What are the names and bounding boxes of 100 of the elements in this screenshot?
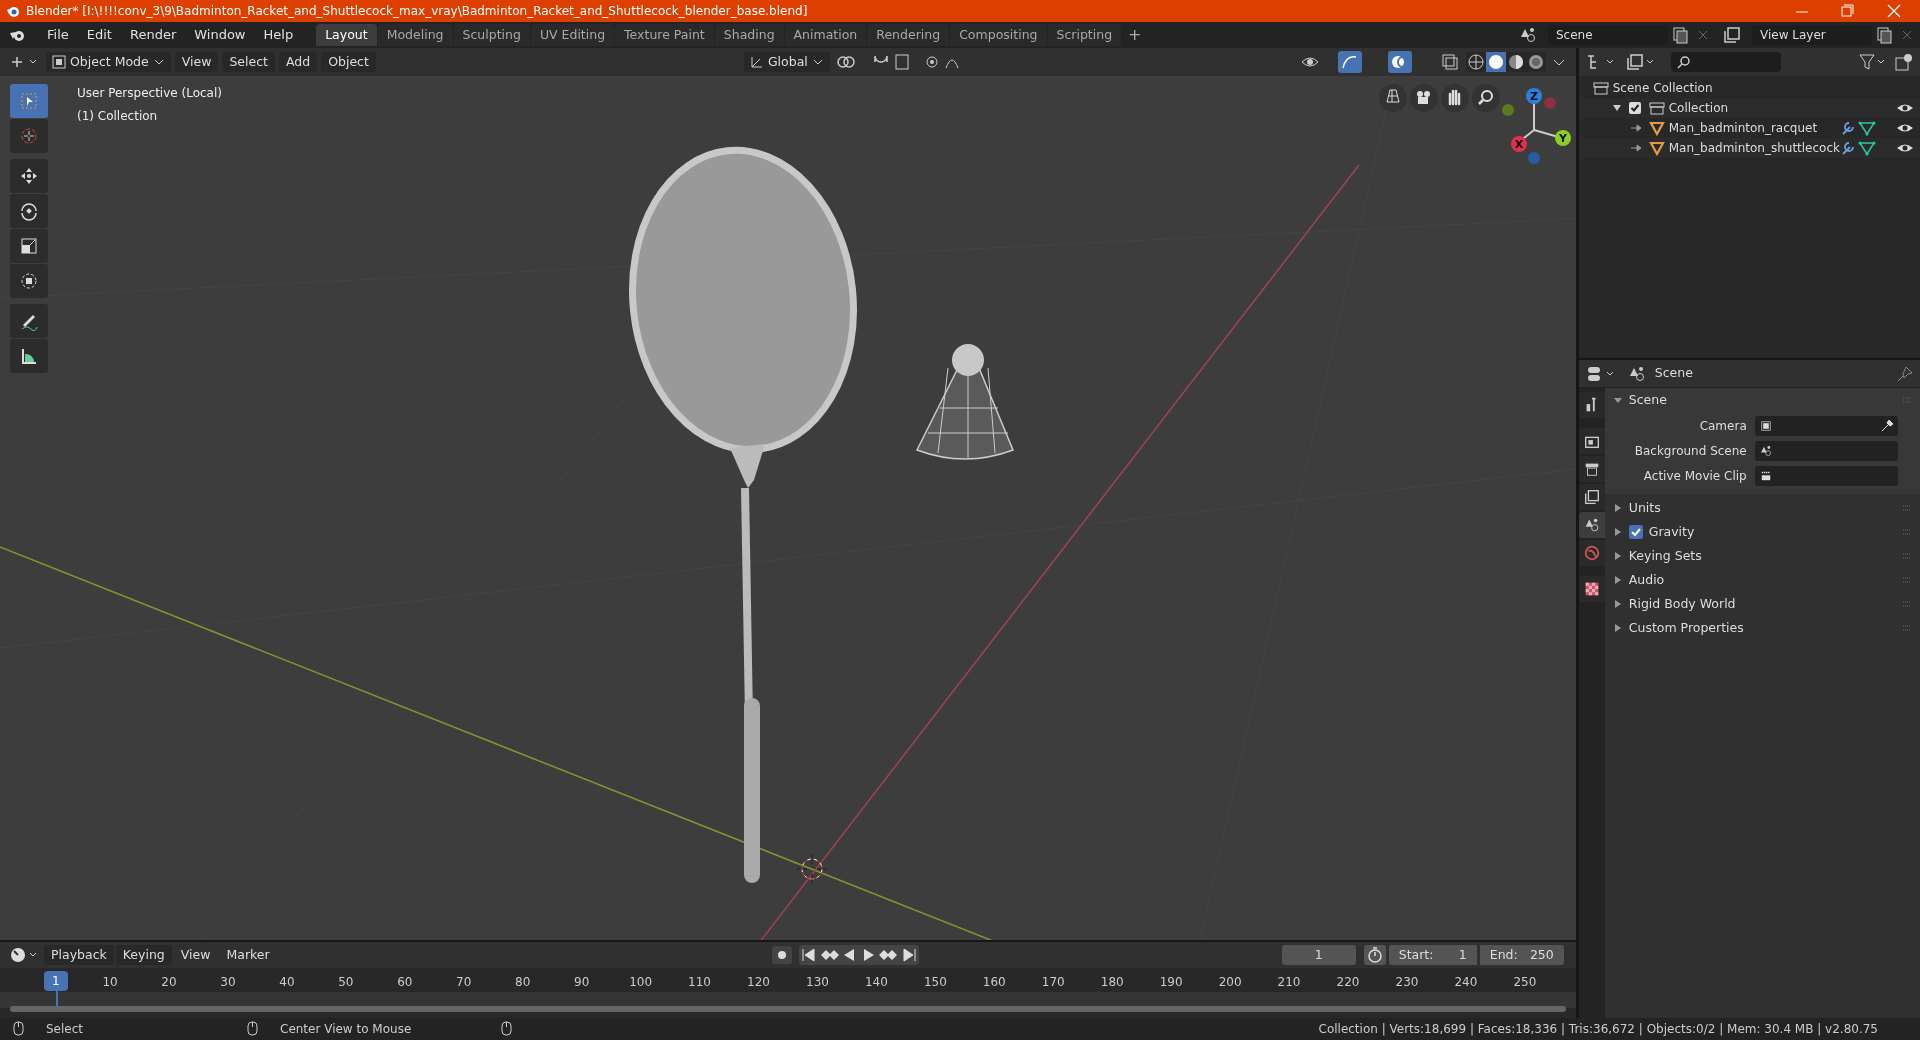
workspace-tab[interactable]: Compositing bbox=[950, 24, 1047, 46]
workspace-tab[interactable]: Texture Paint bbox=[615, 24, 714, 46]
drag-handle-icon[interactable] bbox=[1902, 504, 1912, 512]
outliner-item[interactable]: Scene Collection bbox=[1612, 79, 1713, 97]
properties-tab[interactable] bbox=[1578, 576, 1605, 602]
menu-item[interactable]: Marker bbox=[219, 945, 277, 965]
collection-icon[interactable] bbox=[1591, 80, 1610, 96]
menu-item[interactable]: Help bbox=[254, 25, 303, 45]
collection-icon[interactable] bbox=[1647, 100, 1666, 116]
properties-tab[interactable] bbox=[1578, 484, 1605, 510]
workspace-tab[interactable]: Sculpting bbox=[453, 24, 530, 46]
add-workspace-button[interactable]: + bbox=[1122, 23, 1148, 47]
tool-button[interactable] bbox=[10, 159, 48, 193]
panel-header[interactable]: Keying Sets bbox=[1628, 546, 1896, 566]
workspace-tab[interactable]: Shading bbox=[714, 24, 784, 46]
gizmo-axis-handle[interactable]: X bbox=[1511, 136, 1527, 152]
shading-mode-group[interactable] bbox=[1465, 52, 1546, 72]
current-frame-field[interactable]: 1 bbox=[1281, 945, 1356, 965]
drag-handle-icon[interactable] bbox=[1902, 576, 1912, 584]
mesh-data-icon[interactable] bbox=[1858, 120, 1876, 136]
input-field[interactable] bbox=[1754, 441, 1898, 461]
viewport-info-text: User Perspective (Local) bbox=[77, 85, 222, 102]
menu-item[interactable]: Keying bbox=[115, 945, 172, 965]
expand-arrow-icon[interactable] bbox=[1612, 503, 1623, 513]
workspace-tab[interactable]: Layout bbox=[316, 24, 377, 46]
menu-item[interactable]: View bbox=[174, 52, 219, 72]
workspace-tab[interactable]: Modeling bbox=[377, 24, 453, 46]
outliner-item[interactable]: Collection bbox=[1668, 99, 1729, 117]
menu-item[interactable]: Object bbox=[321, 52, 376, 72]
scene-field[interactable]: Scene bbox=[1548, 25, 1668, 45]
tool-button[interactable] bbox=[10, 339, 48, 373]
mesh-object-icon[interactable] bbox=[1647, 120, 1666, 136]
panel-header[interactable]: Audio bbox=[1628, 570, 1896, 590]
properties-tab[interactable] bbox=[1578, 392, 1605, 418]
search-field[interactable] bbox=[1670, 52, 1781, 72]
menu-item[interactable]: Playback bbox=[44, 945, 114, 965]
expand-arrow-icon[interactable] bbox=[1612, 623, 1623, 633]
menu-item[interactable]: Render bbox=[120, 25, 186, 45]
workspace-tab[interactable]: Animation bbox=[784, 24, 867, 46]
menu-item[interactable]: Window bbox=[185, 25, 255, 45]
current-frame-marker[interactable]: 1 bbox=[44, 971, 68, 991]
outliner-item[interactable]: Man_badminton_shuttlecock bbox=[1668, 139, 1840, 157]
panel-header[interactable]: Rigid Body World bbox=[1628, 594, 1896, 614]
3d-cursor-icon[interactable] bbox=[796, 853, 828, 885]
tool-button[interactable] bbox=[10, 194, 48, 228]
scrollbar[interactable] bbox=[10, 1006, 1566, 1012]
move-icon bbox=[19, 166, 39, 186]
drag-handle-icon[interactable] bbox=[1902, 552, 1912, 560]
checkbox[interactable] bbox=[1626, 100, 1643, 116]
shading-icon[interactable] bbox=[1465, 52, 1486, 72]
panel-header[interactable]: Custom Properties bbox=[1628, 618, 1896, 638]
menu-item[interactable]: Select bbox=[222, 52, 275, 72]
properties-tab[interactable] bbox=[1578, 428, 1605, 454]
pin-icon[interactable] bbox=[1896, 364, 1914, 383]
frame-number: 180 bbox=[1100, 974, 1124, 991]
new-collection-icon[interactable] bbox=[1894, 52, 1914, 72]
tool-button[interactable] bbox=[10, 229, 48, 263]
end-frame-field[interactable]: End: 250 bbox=[1479, 945, 1564, 965]
frame-number: 30 bbox=[220, 974, 236, 991]
gizmo-axis-handle[interactable]: Y bbox=[1555, 130, 1571, 146]
gizmo-axis-handle[interactable]: Z bbox=[1526, 88, 1542, 104]
frame-number: 100 bbox=[629, 974, 653, 991]
drag-handle-icon[interactable] bbox=[1902, 528, 1912, 536]
drag-handle-icon[interactable] bbox=[1902, 624, 1912, 632]
menu-item[interactable]: File bbox=[38, 25, 78, 45]
menu-item[interactable]: Edit bbox=[77, 25, 121, 45]
shading-icon[interactable] bbox=[1485, 52, 1506, 72]
expand-arrow-icon[interactable] bbox=[1612, 575, 1623, 585]
input-field[interactable] bbox=[1754, 466, 1898, 486]
mesh-data-icon[interactable] bbox=[1858, 140, 1876, 156]
select-box-icon bbox=[19, 91, 39, 111]
stopwatch-icon[interactable] bbox=[1363, 945, 1386, 965]
start-frame-field[interactable]: Start: 1 bbox=[1388, 945, 1477, 965]
expand-arrow-icon[interactable] bbox=[1612, 599, 1623, 609]
drag-handle-icon[interactable] bbox=[1902, 600, 1912, 608]
tool-button[interactable] bbox=[10, 304, 48, 338]
frame-number: 20 bbox=[161, 974, 177, 991]
properties-tab[interactable] bbox=[1578, 512, 1605, 538]
tool-button[interactable] bbox=[10, 264, 48, 298]
frame-number: 110 bbox=[688, 974, 711, 991]
expand-arrow-icon[interactable] bbox=[1612, 527, 1623, 537]
outliner-item[interactable]: Man_badminton_racquet bbox=[1668, 119, 1818, 137]
panel-header[interactable]: Gravity bbox=[1648, 522, 1896, 542]
expand-arrow-icon[interactable] bbox=[1612, 551, 1623, 561]
view-layer-field[interactable]: View Layer bbox=[1752, 25, 1872, 45]
checkbox[interactable] bbox=[1628, 525, 1643, 539]
record-icon[interactable] bbox=[770, 945, 793, 965]
orientation-dropdown[interactable]: Global bbox=[743, 52, 830, 72]
menu-item[interactable]: View bbox=[173, 945, 218, 965]
panel-header[interactable]: Units bbox=[1628, 498, 1896, 518]
menu-item[interactable]: Add bbox=[279, 52, 318, 72]
workspace-tab[interactable]: Scripting bbox=[1047, 24, 1122, 46]
properties-tab[interactable] bbox=[1578, 456, 1605, 482]
workspace-tab[interactable]: Rendering bbox=[867, 24, 950, 46]
mode-dropdown[interactable]: Object Mode bbox=[46, 52, 171, 72]
eyedropper-icon[interactable] bbox=[1879, 419, 1894, 433]
expand-arrow-icon[interactable] bbox=[1612, 395, 1623, 405]
mesh-object-icon[interactable] bbox=[1647, 140, 1666, 156]
input-field[interactable] bbox=[1754, 416, 1898, 436]
workspace-tab[interactable]: UV Editing bbox=[530, 24, 615, 46]
